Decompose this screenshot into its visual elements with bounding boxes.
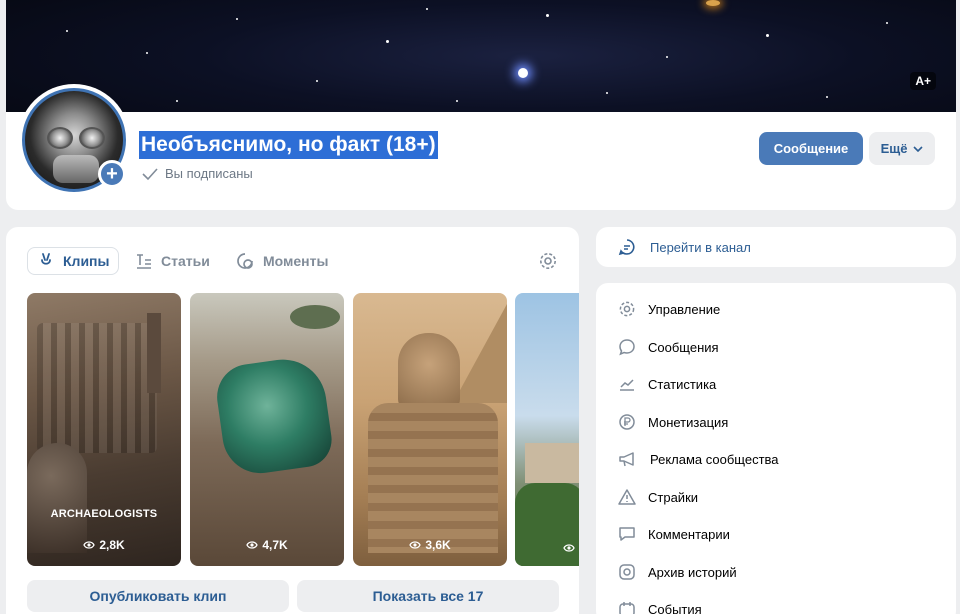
- menu-item-strikes[interactable]: Страйки: [618, 485, 698, 509]
- moments-icon: [237, 253, 253, 269]
- clip-thumbnail[interactable]: 3,6K: [353, 293, 507, 566]
- star: [606, 92, 608, 94]
- menu-item-ads[interactable]: Реклама сообщества: [618, 447, 779, 471]
- show-all-clips-button[interactable]: Показать все 17: [297, 580, 559, 612]
- clip-scenery: [147, 313, 161, 393]
- tab-clips[interactable]: Клипы: [27, 247, 120, 275]
- clip-person: [27, 443, 87, 553]
- menu-item-label: Архив историй: [648, 564, 737, 580]
- clip-views-count: 3,6K: [425, 538, 451, 552]
- star: [66, 30, 68, 32]
- clip-views: 4,7K: [190, 538, 344, 552]
- menu-item-label: Комментарии: [648, 526, 730, 542]
- clip-views: [515, 544, 579, 552]
- stories-archive-icon: [619, 564, 635, 580]
- menu-item-label: Страйки: [648, 489, 699, 505]
- message-button[interactable]: Сообщение: [759, 132, 863, 165]
- star: [456, 100, 458, 102]
- clip-views-count: 4,7K: [262, 538, 288, 552]
- clip-thumbnail[interactable]: 4,7K: [190, 293, 344, 566]
- megaphone-icon: [619, 452, 634, 467]
- star: [386, 40, 389, 43]
- clip-views: 3,6K: [353, 538, 507, 552]
- menu-item-label: Монетизация: [648, 414, 729, 430]
- star: [666, 56, 668, 58]
- page-title: Необъяснимо, но факт (18+): [139, 131, 438, 159]
- eye-icon: [563, 544, 575, 552]
- menu-item-monetization[interactable]: Монетизация: [618, 410, 728, 434]
- eye-icon: [246, 541, 259, 549]
- menu-item-label: События: [648, 601, 702, 614]
- age-rating-badge: A+: [910, 72, 936, 90]
- clip-views: 2,8K: [27, 538, 181, 552]
- clip-thumbnail[interactable]: [515, 293, 579, 566]
- menu-item-management[interactable]: Управление: [618, 297, 720, 321]
- eye-icon: [83, 541, 96, 549]
- chart-icon: [620, 379, 634, 391]
- publish-clip-button[interactable]: Опубликовать клип: [27, 580, 289, 612]
- avatar-eye: [79, 127, 105, 149]
- admin-menu: Управление Сообщения Статистика Монетиза…: [596, 283, 956, 614]
- star: [706, 0, 720, 6]
- clip-gemstone: [212, 354, 336, 478]
- tab-label: Моменты: [263, 253, 329, 269]
- star: [426, 8, 428, 10]
- star: [766, 34, 769, 37]
- star: [316, 80, 318, 82]
- warning-icon: [618, 489, 636, 505]
- menu-item-comments[interactable]: Комментарии: [618, 522, 730, 546]
- events-icon: [619, 602, 635, 614]
- star: [236, 18, 238, 20]
- menu-item-messages[interactable]: Сообщения: [618, 335, 719, 359]
- eye-icon: [409, 541, 422, 549]
- clips-section: Клипы Статьи Моменты ARCHAEOLOGISTS 2,8K: [6, 227, 579, 614]
- subscription-status[interactable]: Вы подписаны: [141, 166, 253, 181]
- star: [518, 68, 528, 78]
- tab-label: Статьи: [161, 253, 210, 269]
- articles-icon: [137, 254, 151, 269]
- clip-sphinx-body: [368, 403, 498, 553]
- tab-articles[interactable]: Статьи: [135, 247, 210, 275]
- tab-label: Клипы: [63, 253, 110, 269]
- subscription-label: Вы подписаны: [165, 166, 253, 181]
- star: [826, 96, 828, 98]
- menu-item-label: Статистика: [648, 376, 717, 392]
- clip-sphinx-head: [398, 333, 460, 411]
- avatar-eye: [47, 127, 73, 149]
- clip-trees: [515, 483, 579, 566]
- go-to-channel-link[interactable]: Перейти в канал: [596, 227, 956, 267]
- add-avatar-button[interactable]: +: [98, 160, 126, 188]
- clip-building: [525, 443, 579, 483]
- clip-scenery: [290, 305, 340, 329]
- avatar-jaw: [53, 155, 99, 183]
- star: [886, 22, 888, 24]
- menu-item-label: Сообщения: [648, 339, 719, 355]
- menu-item-label: Управление: [648, 301, 721, 317]
- more-button[interactable]: Ещё: [869, 132, 935, 165]
- clip-views-count: 2,8K: [99, 538, 125, 552]
- settings-icon[interactable]: [538, 251, 558, 271]
- channel-icon: [618, 239, 635, 256]
- gear-icon: [619, 301, 635, 317]
- star: [146, 52, 148, 54]
- clip-caption: ARCHAEOLOGISTS: [50, 508, 158, 520]
- message-icon: [619, 339, 635, 356]
- clip-thumbnail[interactable]: ARCHAEOLOGISTS 2,8K: [27, 293, 181, 566]
- tab-moments[interactable]: Моменты: [235, 247, 328, 275]
- menu-item-statistics[interactable]: Статистика: [618, 372, 716, 396]
- more-label: Ещё: [880, 141, 908, 156]
- menu-item-events[interactable]: События: [618, 597, 702, 614]
- ruble-icon: [619, 414, 635, 430]
- chevron-down-icon: [913, 145, 924, 152]
- clips-icon: [41, 253, 51, 265]
- clip-scenery: [37, 323, 157, 453]
- check-icon: [142, 167, 158, 180]
- clip-pyramid: [453, 293, 507, 403]
- comment-icon: [619, 527, 635, 541]
- menu-item-label: Реклама сообщества: [650, 451, 779, 467]
- channel-label: Перейти в канал: [650, 239, 751, 255]
- star: [546, 14, 549, 17]
- star: [176, 100, 178, 102]
- menu-item-stories-archive[interactable]: Архив историй: [618, 560, 737, 584]
